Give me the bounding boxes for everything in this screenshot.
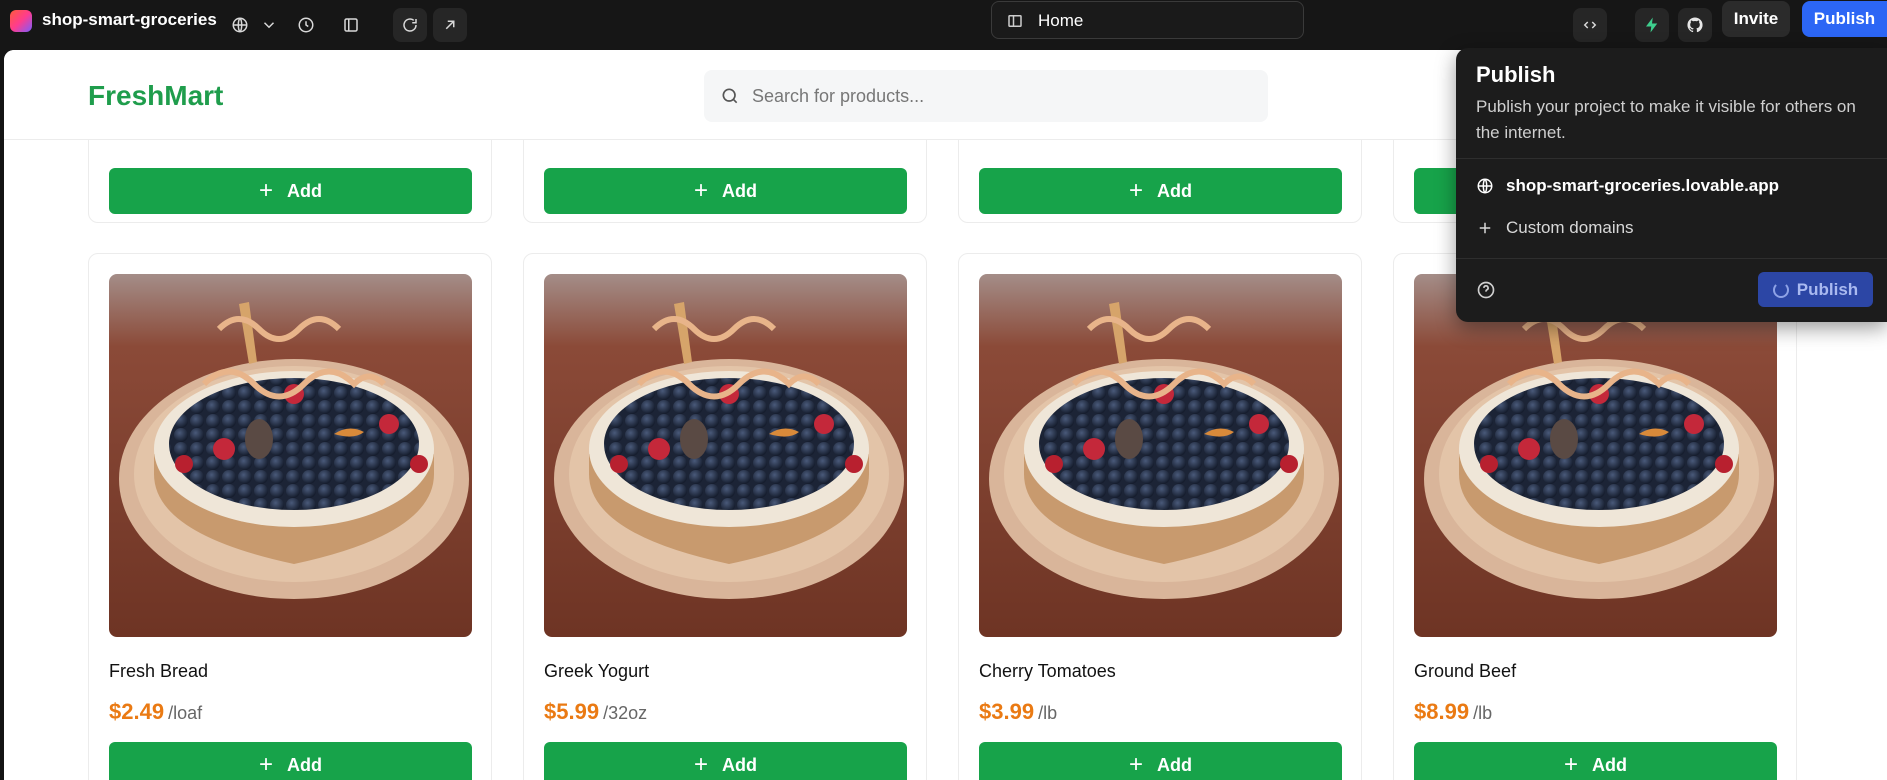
help-icon[interactable] (1476, 280, 1496, 300)
search-bar[interactable] (704, 70, 1268, 122)
refresh-icon[interactable] (393, 8, 427, 42)
open-external-icon[interactable] (433, 8, 467, 42)
product-price: $8.99/lb (1414, 699, 1493, 724)
plus-icon: + (258, 751, 273, 778)
product-image[interactable] (979, 274, 1342, 637)
search-icon (720, 86, 740, 106)
search-input[interactable] (752, 80, 1252, 112)
plus-icon: + (1128, 177, 1143, 204)
product-name: Greek Yogurt (544, 661, 650, 681)
popover-publish-button[interactable]: Publish (1758, 272, 1873, 307)
route-label: Home (1038, 11, 1084, 30)
add-to-cart-button[interactable]: +Add (1414, 742, 1777, 780)
supabase-icon[interactable] (1635, 8, 1669, 42)
product-unit: /lb (1038, 703, 1058, 723)
publish-button[interactable]: Publish (1802, 1, 1887, 37)
product-image[interactable] (109, 274, 472, 637)
lovable-logo-icon[interactable] (10, 10, 32, 32)
product-card: Greek Yogurt $5.99/32oz + Add (523, 253, 927, 780)
product-price: $5.99/32oz (544, 699, 648, 724)
product-card: Cherry Tomatoes $3.99/lb + Add (958, 253, 1362, 780)
publish-popover: Publish Publish your project to make it … (1456, 48, 1887, 322)
product-price: $3.99/lb (979, 699, 1058, 724)
add-to-cart-button[interactable]: +Add (109, 742, 472, 780)
site-brand[interactable]: FreshMart (88, 80, 223, 112)
add-to-cart-button[interactable]: +Add (544, 168, 907, 214)
popover-title: Publish (1476, 62, 1556, 87)
loading-spinner-icon (1772, 281, 1789, 298)
divider (1456, 158, 1887, 159)
product-unit: /loaf (168, 703, 203, 723)
product-unit: /32oz (603, 703, 648, 723)
plus-icon: + (1563, 751, 1578, 778)
divider (1456, 258, 1887, 259)
custom-domains-label: Custom domains (1506, 218, 1634, 237)
history-icon[interactable] (289, 8, 323, 42)
product-unit: /lb (1473, 703, 1493, 723)
invite-button[interactable]: Invite (1722, 1, 1790, 37)
product-name: Cherry Tomatoes (979, 661, 1116, 681)
add-to-cart-button[interactable]: +Add (544, 742, 907, 780)
plus-icon: + (1128, 751, 1143, 778)
published-domain-link[interactable]: shop-smart-groceries.lovable.app (1476, 176, 1779, 196)
product-image[interactable] (1414, 274, 1777, 637)
plus-icon: + (693, 751, 708, 778)
page-icon (1006, 12, 1024, 30)
globe-icon (1477, 178, 1493, 194)
editor-topbar: shop-smart-groceries Home Invite Publish (0, 0, 1887, 50)
product-image[interactable] (544, 274, 907, 637)
plus-icon: + (693, 177, 708, 204)
preview-route-bar[interactable]: Home (991, 1, 1304, 39)
code-icon[interactable] (1573, 8, 1607, 42)
add-to-cart-button[interactable]: +Add (109, 168, 472, 214)
plus-icon (1479, 222, 1491, 234)
add-to-cart-button[interactable]: +Add (979, 742, 1342, 780)
sidebar-toggle-icon[interactable] (334, 8, 368, 42)
domain-label: shop-smart-groceries.lovable.app (1506, 176, 1780, 195)
plus-icon: + (258, 177, 273, 204)
add-to-cart-button[interactable]: +Add (979, 168, 1342, 214)
chevron-down-icon[interactable] (252, 8, 286, 42)
product-name: Fresh Bread (109, 661, 209, 681)
product-price: $2.49/loaf (109, 699, 203, 724)
product-name: Ground Beef (1414, 661, 1517, 681)
product-card: Fresh Bread $2.49/loaf + Add (88, 253, 492, 780)
custom-domains-button[interactable]: Custom domains (1476, 218, 1634, 238)
popover-description: Publish your project to make it visible … (1476, 97, 1856, 142)
github-icon[interactable] (1678, 8, 1712, 42)
product-card: Ground Beef $8.99/lb + Add (1393, 253, 1797, 780)
project-name[interactable]: shop-smart-groceries (42, 10, 217, 30)
